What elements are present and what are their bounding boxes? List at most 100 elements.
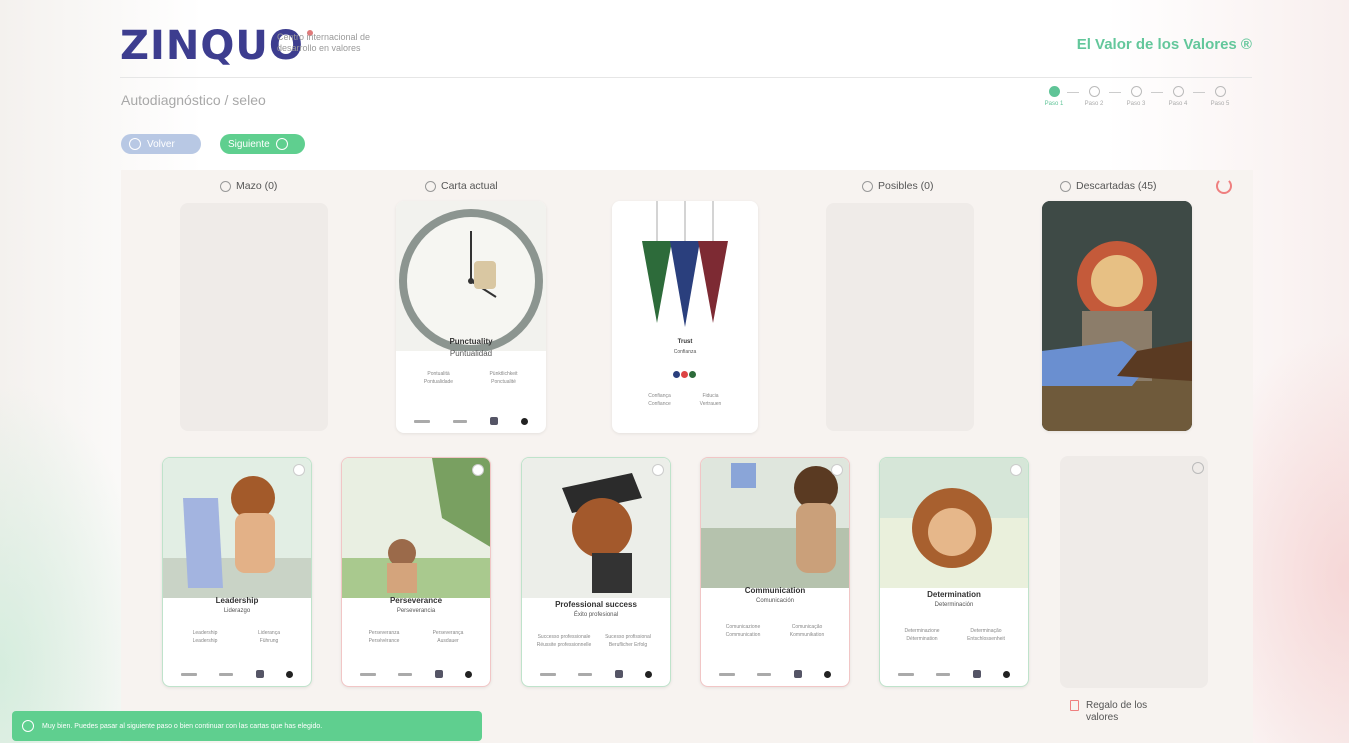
card-logos [360, 670, 472, 678]
card-logos [898, 670, 1010, 678]
card-subtitle: Puntualidad [449, 349, 493, 358]
step-connector [1151, 92, 1163, 93]
gift-slot[interactable] [1060, 456, 1208, 688]
step-3[interactable]: Paso 3 [1121, 86, 1151, 107]
hand-card-professional-success[interactable]: Professional success Éxito profesional S… [521, 457, 671, 687]
card-subtitle: Determinación [934, 602, 974, 608]
card-title: Determination [927, 590, 981, 599]
step-connector [1109, 92, 1121, 93]
card-subtitle: Comunicación [755, 598, 795, 604]
translation: Ausdauer [437, 638, 459, 644]
step-icon [1048, 86, 1060, 97]
mazo-slot[interactable] [180, 203, 328, 431]
step-connector [1193, 92, 1205, 93]
translation: Leadership [192, 638, 218, 644]
tagline: Centro internacional de desarrollo en va… [277, 32, 371, 53]
header: ZINQUO Centro internacional de desarroll… [120, 22, 1252, 78]
translation: Fiducia [702, 393, 719, 399]
step-1[interactable]: Paso 1 [1039, 86, 1069, 107]
step-icon [1088, 86, 1100, 97]
perseverance-illustration [342, 458, 490, 598]
back-button[interactable]: Volver [121, 134, 201, 154]
step-2[interactable]: Paso 2 [1079, 86, 1109, 107]
current-card[interactable]: Punctuality Puntualidad Pontualità Pünkt… [396, 201, 546, 433]
translation: Leadership [192, 630, 218, 636]
back-label: Volver [147, 138, 175, 150]
toast-notification[interactable]: Muy bien. Puedes pasar al siguiente paso… [12, 711, 482, 741]
translation: Pontualità [427, 371, 450, 377]
translation: Sucesso profissional [605, 634, 651, 640]
translation: Determinação [970, 628, 1002, 634]
translation: Pünktlichkeit [489, 371, 518, 377]
hand-card-perseverance[interactable]: Perseverance Perseverancia Perseveranza … [341, 457, 491, 687]
translation: Kommunikation [789, 632, 825, 638]
card-translations: Successo professionale Sucesso profissio… [532, 634, 660, 648]
select-toggle[interactable] [472, 464, 484, 476]
breadcrumb: Autodiagnóstico / seleo [121, 92, 266, 108]
translation: Ponctualité [491, 379, 516, 385]
step-connector [1067, 92, 1079, 93]
hand-card-leadership[interactable]: Leadership Liderazgo Leadership Lideranç… [162, 457, 312, 687]
card-translations: Leadership Liderança Leadership Führung [173, 630, 301, 644]
card-logos [719, 670, 831, 678]
translation: Liderança [258, 630, 280, 636]
info-icon [22, 720, 34, 732]
gift-text: Regalo de los valores [1086, 700, 1148, 723]
select-toggle[interactable] [652, 464, 664, 476]
select-toggle[interactable] [293, 464, 305, 476]
card-title: Trust [677, 339, 693, 345]
refresh-icon[interactable] [1216, 178, 1232, 194]
column-label: Posibles (0) [878, 180, 934, 192]
translation: Pontualidade [423, 379, 454, 385]
select-toggle[interactable] [831, 464, 843, 476]
translation: Communication [725, 632, 761, 638]
hand-card-determination[interactable]: Determination Determinación Determinazio… [879, 457, 1029, 687]
step-label: Paso 4 [1168, 101, 1188, 107]
throne-illustration [1042, 201, 1192, 431]
back-arrow-icon [129, 138, 141, 150]
mazo-icon [220, 180, 231, 192]
gift-label[interactable]: Regalo de los valores [1070, 700, 1180, 724]
step-4[interactable]: Paso 4 [1163, 86, 1193, 107]
card-logos [540, 670, 652, 678]
discarded-card[interactable] [1042, 201, 1192, 431]
translation: Perseverança [432, 630, 464, 636]
toast-message: Muy bien. Puedes pasar al siguiente paso… [42, 722, 323, 730]
card-subtitle: Perseverancia [396, 608, 436, 614]
column-label: Descartadas (45) [1076, 180, 1157, 192]
column-current-header: Carta actual [425, 180, 498, 192]
next-button[interactable]: Siguiente [220, 134, 305, 154]
step-icon [1130, 86, 1142, 97]
possibles-slot[interactable] [826, 203, 974, 431]
possibles-icon [862, 180, 873, 192]
card-title: Perseverance [389, 596, 443, 605]
step-5[interactable]: Paso 5 [1205, 86, 1235, 107]
translation: Réussite professionnelle [536, 642, 592, 648]
step-label: Paso 2 [1084, 101, 1104, 107]
stepper: Paso 1 Paso 2 Paso 3 Paso 4 Paso 5 [1039, 86, 1253, 116]
translation: Determinazione [904, 628, 940, 634]
trust-card[interactable]: Trust Confianza Confiança Fiducia Confia… [612, 201, 758, 433]
card-subtitle: Confianza [673, 349, 697, 355]
step-label: Paso 1 [1044, 101, 1064, 107]
card-title: Professional success [555, 600, 637, 609]
translation: Führung [259, 638, 279, 644]
select-toggle[interactable] [1010, 464, 1022, 476]
card-translations: Perseveranza Perseverança Persévérance A… [352, 630, 480, 644]
translation: Comunicazione [725, 624, 761, 630]
translation: Confiance [648, 401, 671, 407]
translation: Comunicação [791, 624, 823, 630]
gift-icon [1070, 700, 1079, 711]
translation: Confiança [648, 393, 671, 399]
current-icon [425, 180, 436, 192]
hand-card-communication[interactable]: Communication Comunicación Comunicazione… [700, 457, 850, 687]
translation: Persévérance [368, 638, 400, 644]
gift-info-icon[interactable] [1192, 462, 1204, 474]
card-logos [414, 417, 528, 425]
card-translations: Pontualità Pünktlichkeit Pontualidade Po… [406, 371, 536, 385]
card-subtitle: Éxito profesional [573, 612, 619, 618]
translation: Entschlossenheit [967, 636, 1005, 642]
determination-illustration [880, 458, 1028, 588]
column-discarded-header: Descartadas (45) [1060, 180, 1157, 192]
card-translations: Confiança Fiducia Confiance Vertrauen [634, 393, 736, 407]
